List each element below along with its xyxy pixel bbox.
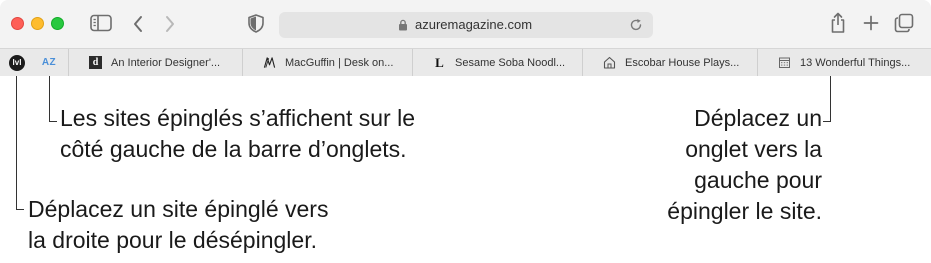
callout-unpin-site: Déplacez un site épinglé vers la droite … <box>28 194 448 256</box>
tab-overview-button[interactable] <box>894 13 914 33</box>
callout-leader-pin <box>830 76 831 122</box>
callout-line: Déplacez un site épinglé vers <box>28 196 329 222</box>
callout-leader-pin-tick <box>823 121 831 122</box>
callout-leader-unpin-tick <box>16 209 24 210</box>
privacy-report-button[interactable] <box>247 13 265 33</box>
tab-title: Sesame Soba Noodl... <box>455 56 566 69</box>
calendar-icon <box>779 57 790 68</box>
plus-icon <box>863 15 879 31</box>
back-button[interactable] <box>130 14 146 34</box>
tab-bar: lvl AZ d An Interior Designer'... MacGuf… <box>0 48 931 76</box>
callout-line: côté gauche de la barre d’onglets. <box>60 136 407 162</box>
shield-icon <box>248 13 264 33</box>
browser-window: azuremagazine.com lvl AZ d An Interior D… <box>0 0 931 76</box>
tab-title: An Interior Designer'... <box>111 56 221 69</box>
callout-pinned-sites: Les sites épinglés s’affichent sur le cô… <box>60 103 530 165</box>
tab[interactable]: Escobar House Plays... <box>582 49 757 76</box>
sidebar-icon <box>90 14 112 32</box>
tab-title: Escobar House Plays... <box>625 56 740 69</box>
tab-favicon: d <box>89 56 102 69</box>
forward-button[interactable] <box>162 14 178 34</box>
tab[interactable]: 13 Wonderful Things... <box>757 49 931 76</box>
tab[interactable]: MacGuffin | Desk on... <box>242 49 412 76</box>
callout-pin-site: Déplacez un onglet vers la gauche pour é… <box>560 103 822 227</box>
callout-leader-unpin <box>16 76 17 210</box>
chevron-right-icon <box>166 16 174 32</box>
callout-line: gauche pour <box>694 167 822 193</box>
tab-title: 13 Wonderful Things... <box>800 56 911 69</box>
zoom-window-button[interactable] <box>51 17 64 30</box>
share-icon <box>831 12 845 33</box>
sidebar-toggle-button[interactable] <box>90 14 112 32</box>
minimize-window-button[interactable] <box>31 17 44 30</box>
callout-line: Les sites épinglés s’affichent sur le <box>60 105 415 131</box>
new-tab-button[interactable] <box>862 13 880 33</box>
pinned-site-favicon: lvl <box>9 54 25 71</box>
callout-line: Déplacez un <box>694 105 822 131</box>
tab[interactable]: d An Interior Designer'... <box>68 49 242 76</box>
tab[interactable]: L Sesame Soba Noodl... <box>412 49 582 76</box>
reload-icon[interactable] <box>629 18 643 32</box>
callout-line: onglet vers la <box>685 136 822 162</box>
pinned-tab-2[interactable]: AZ <box>34 49 64 76</box>
callout-leader-pinned-left <box>49 76 50 122</box>
tab-title: MacGuffin | Desk on... <box>285 56 394 69</box>
chevron-left-icon <box>134 16 142 32</box>
tab-overview-icon <box>894 13 914 33</box>
address-bar[interactable]: azuremagazine.com <box>279 12 653 38</box>
close-window-button[interactable] <box>11 17 24 30</box>
pinned-site-favicon: AZ <box>41 57 57 68</box>
callout-leader-pinned-left-tick <box>49 121 57 122</box>
tab-favicon: L <box>435 54 444 70</box>
url-text: azuremagazine.com <box>415 17 533 32</box>
callout-line: la droite pour le désépingler. <box>28 227 317 253</box>
tab-favicon <box>263 56 276 69</box>
pinned-tab-1[interactable]: lvl <box>4 49 30 76</box>
callout-line: épingler le site. <box>667 198 822 224</box>
macguffin-logo-icon <box>263 57 276 68</box>
tab-favicon <box>603 56 616 69</box>
share-button[interactable] <box>829 12 847 34</box>
house-icon <box>603 56 616 69</box>
toolbar: azuremagazine.com <box>0 0 931 48</box>
tab-favicon <box>778 56 791 69</box>
lock-icon <box>399 19 407 31</box>
